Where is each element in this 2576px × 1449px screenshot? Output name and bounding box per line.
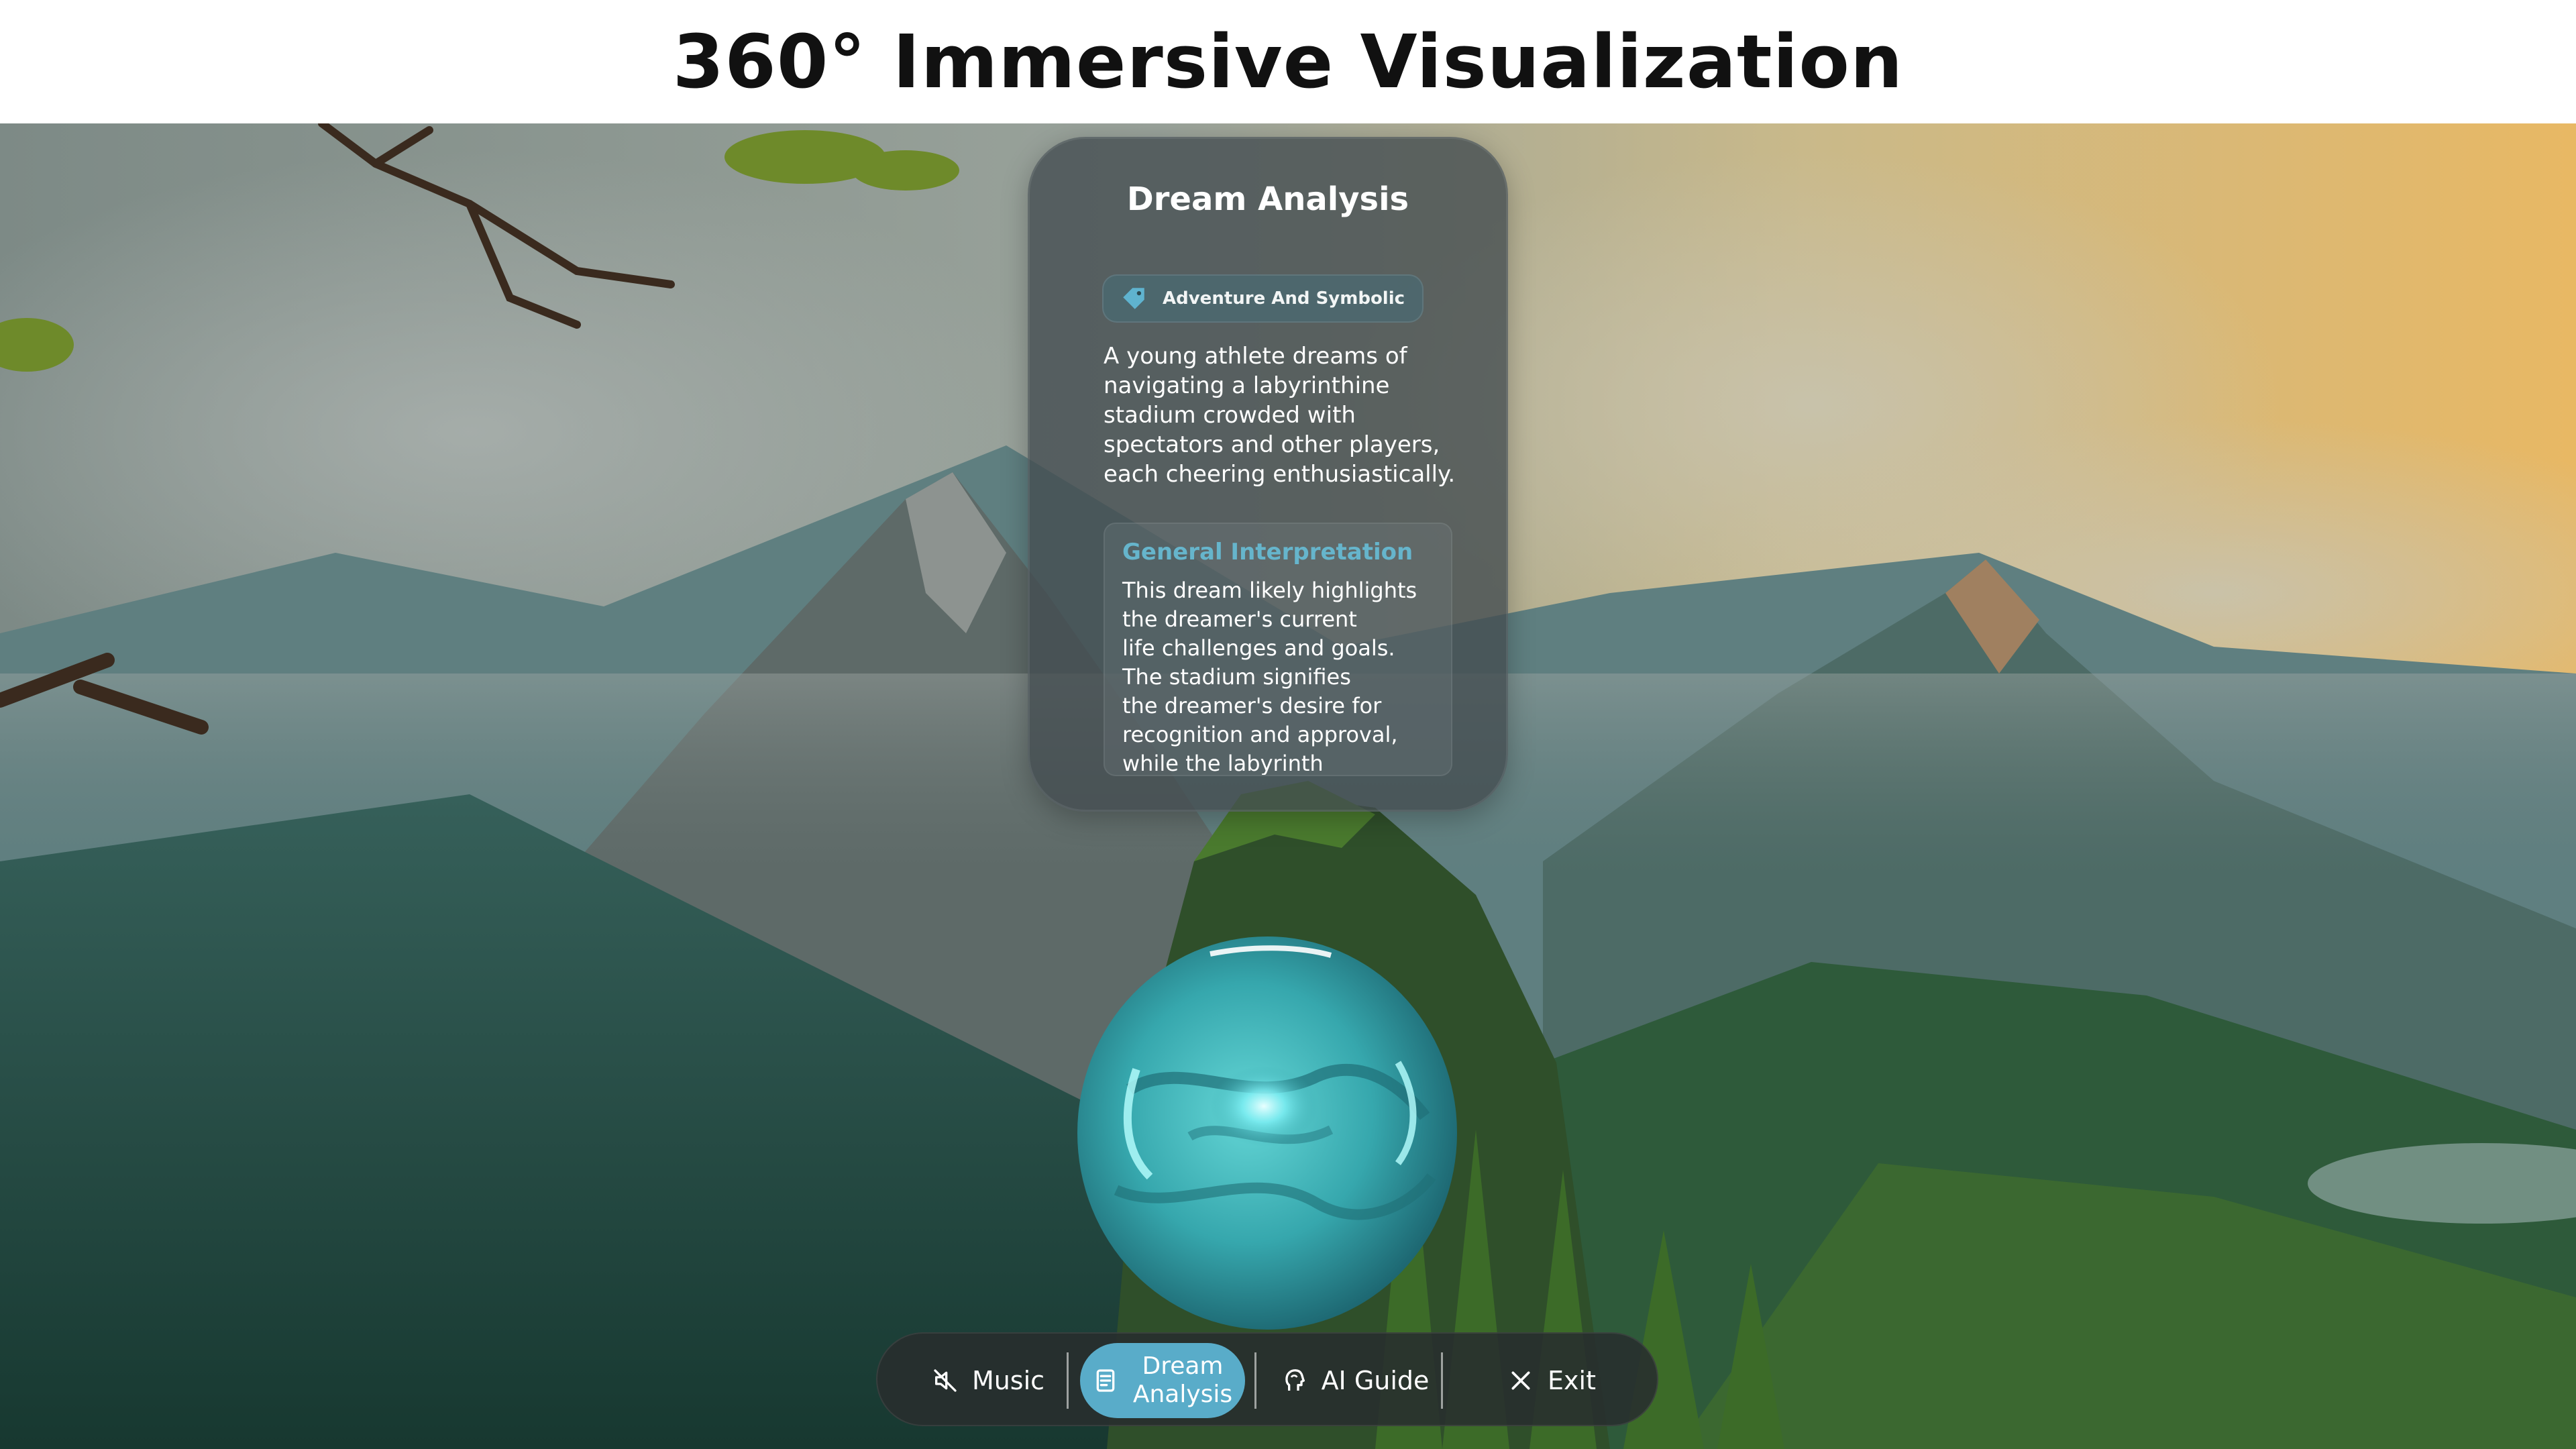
dream-summary: A young athlete dreams of navigating a l… [1104,343,1456,488]
tag-label: Adventure And Symbolic [1163,288,1405,309]
dream-analysis-button[interactable]: Dream Analysis [1080,1343,1245,1418]
interpretation-line: recognition and approval, [1122,722,1398,747]
interpretation-line: life challenges and goals. [1122,635,1395,661]
interpretation-text: This dream likely highlights the dreamer… [1122,576,1438,776]
interpretation-line: The stadium signifies [1122,664,1351,690]
card-title: Dream Analysis [1126,180,1409,218]
exit-button[interactable]: Exit [1468,1343,1635,1418]
exit-label: Exit [1548,1366,1596,1395]
dream-analysis-card: Dream Analysis Adventure And Symbolic A … [1028,137,1508,812]
dream-analysis-label-line2: Analysis [1132,1381,1233,1408]
interpretation-line: while the labyrinth represents [1122,751,1324,776]
music-label: Music [971,1366,1045,1395]
interpretation-panel[interactable]: General Interpretation This dream likely… [1104,523,1452,776]
immersive-scene[interactable]: Dream Analysis Adventure And Symbolic A … [0,123,2576,1449]
bottom-toolbar: Music Dream Analysis AI Guide Exit [876,1332,1658,1426]
interpretation-line: the dreamer's current [1122,606,1357,632]
dream-analysis-label: Dream Analysis [1132,1352,1233,1409]
dream-orb[interactable] [1076,935,1458,1331]
speaker-muted-icon [934,1369,957,1392]
dream-analysis-label-line1: Dream [1142,1352,1224,1380]
interpretation-line: the dreamer's desire for [1122,693,1382,718]
toolbar-divider [1254,1352,1256,1409]
toolbar-divider [1067,1352,1069,1409]
close-icon [1511,1371,1530,1390]
dream-category-tag: Adventure And Symbolic [1102,274,1424,323]
music-button[interactable]: Music [904,1343,1072,1418]
toolbar-divider [1441,1352,1443,1409]
tag-icon [1123,288,1144,309]
page-title: 360° Immersive Visualization [672,19,1904,105]
interpretation-title: General Interpretation [1122,539,1413,566]
ai-guide-label: AI Guide [1321,1366,1430,1395]
page-header: 360° Immersive Visualization [0,0,2576,123]
ai-guide-button[interactable]: AI Guide [1268,1343,1442,1418]
book-icon [1096,1369,1115,1392]
interpretation-line: This dream likely highlights [1122,578,1417,603]
head-icon [1285,1369,1305,1391]
